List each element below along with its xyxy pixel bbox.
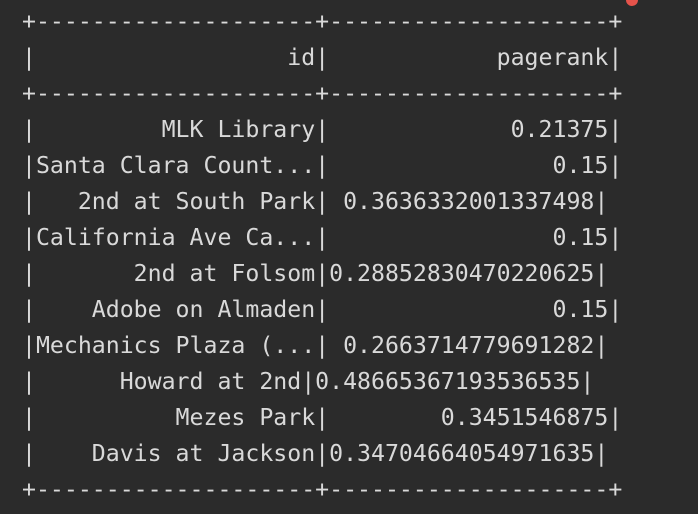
table-header-row: | id| pagerank| bbox=[22, 44, 623, 71]
notification-dot-icon bbox=[626, 0, 638, 6]
table-row: | 2nd at South Park| 0.3636332001337498| bbox=[22, 188, 609, 215]
table-row: |Mechanics Plaza (...| 0.266371477969128… bbox=[22, 332, 609, 359]
table-header-border: +--------------------+------------------… bbox=[22, 80, 623, 107]
table-row: | Adobe on Almaden| 0.15| bbox=[22, 296, 623, 323]
table-output: +--------------------+------------------… bbox=[22, 4, 622, 508]
table-row: | Howard at 2nd|0.48665367193536535| bbox=[22, 368, 595, 395]
table-row: |California Ave Ca...| 0.15| bbox=[22, 224, 623, 251]
table-row: |Santa Clara Count...| 0.15| bbox=[22, 152, 623, 179]
table-row: | MLK Library| 0.21375| bbox=[22, 116, 623, 143]
table-top-border: +--------------------+------------------… bbox=[22, 8, 623, 35]
table-row: | 2nd at Folsom|0.28852830470220625| bbox=[22, 260, 609, 287]
table-row: | Mezes Park| 0.3451546875| bbox=[22, 404, 623, 431]
table-bottom-border: +--------------------+------------------… bbox=[22, 476, 623, 503]
terminal-window: +--------------------+------------------… bbox=[0, 0, 698, 514]
table-row: | Davis at Jackson|0.34704664054971635| bbox=[22, 440, 609, 467]
